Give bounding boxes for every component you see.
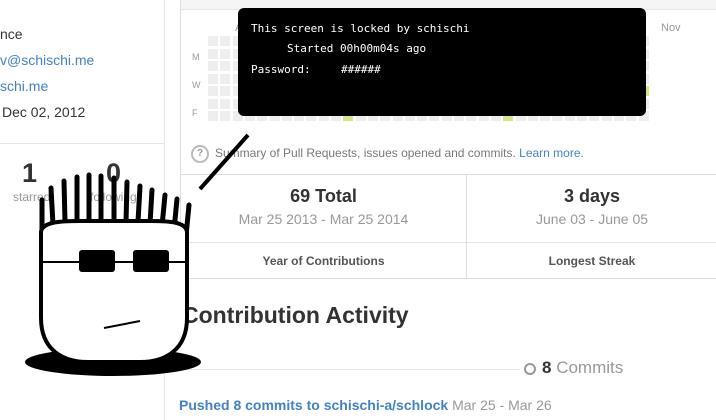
glasses-right-lens [133,250,169,272]
streak-range: June 03 - June 05 [535,211,649,227]
password-field[interactable]: ###### [341,63,381,76]
screen-lock-dialog: This screen is locked by schischi Starte… [238,8,646,116]
contribution-stats: 69 Total Mar 25 2013 - Mar 25 2014 Year … [180,174,716,279]
month-label: Nov [661,22,681,34]
mascot-arm [198,133,250,191]
lock-mascot-face [25,133,250,376]
lock-message: This screen is locked by schischi [251,22,470,35]
streak-value: 3 days [563,186,621,206]
longest-streak-stat: 3 days June 03 - June 05 Longest Streak [467,174,716,278]
lock-elapsed: Started 00h00m04s ago [287,42,427,55]
commit-icon [524,362,536,375]
commits-count: 8 [542,358,552,377]
mascot-head [39,219,189,364]
summary-text: Summary of Pull Requests, issues opened … [215,146,516,161]
pushed-dates: Mar 25 - Mar 26 [452,397,552,413]
learn-more-link[interactable]: Learn more. [519,146,584,160]
commits-label: Commits [556,358,624,377]
glasses-left-lens [79,250,115,272]
commits-summary[interactable]: 8 Commits [524,358,623,378]
streak-caption: Longest Streak [548,254,636,268]
stat-divider [467,242,716,243]
